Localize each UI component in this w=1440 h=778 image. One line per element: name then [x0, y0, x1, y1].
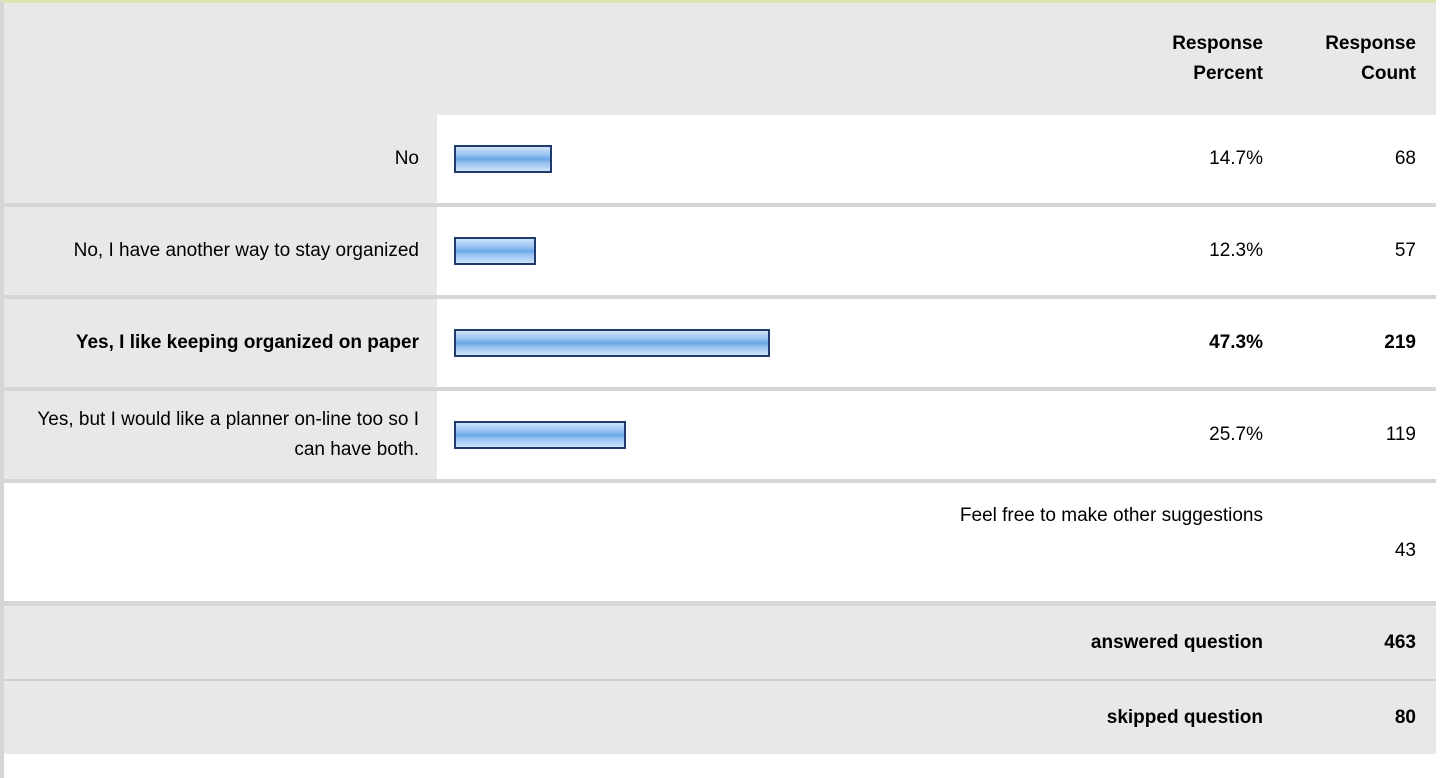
- answer-count: 68: [1283, 115, 1436, 207]
- header-response-count: Response Count: [1283, 3, 1436, 115]
- answered-question-label: answered question: [4, 603, 1283, 681]
- answered-question-count: 463: [1283, 603, 1436, 681]
- answer-label: No: [4, 115, 437, 207]
- survey-results-panel: Response Percent Response Count No 14.7%…: [0, 0, 1436, 778]
- answer-row: Yes, I like keeping organized on paper 4…: [4, 297, 1436, 391]
- answer-percent: 12.3%: [1126, 205, 1283, 299]
- answered-question-row: answered question 463: [4, 603, 1436, 681]
- answer-bar: [454, 237, 536, 265]
- answer-bar: [454, 421, 626, 449]
- answer-bar-cell: [437, 115, 1126, 207]
- answer-bar: [454, 145, 552, 173]
- answer-bar-cell: [437, 205, 1126, 299]
- other-suggestions-row: Feel free to make other suggestions 43: [4, 481, 1436, 606]
- answer-bar-cell: [437, 389, 1126, 483]
- skipped-question-row: skipped question 80: [4, 680, 1436, 754]
- answer-count: 57: [1283, 205, 1436, 299]
- answer-label: No, I have another way to stay organized: [4, 205, 437, 299]
- skipped-question-count: 80: [1283, 680, 1436, 754]
- header-spacer: [4, 3, 437, 115]
- answer-label: Yes, I like keeping organized on paper: [4, 297, 437, 391]
- answer-bar-cell: [437, 297, 1126, 391]
- answer-row: Yes, but I would like a planner on-line …: [4, 389, 1436, 483]
- answer-label: Yes, but I would like a planner on-line …: [4, 389, 437, 483]
- answer-count: 219: [1283, 297, 1436, 391]
- results-table: Response Percent Response Count No 14.7%…: [4, 3, 1436, 754]
- table-header-row: Response Percent Response Count: [4, 3, 1436, 115]
- answer-percent: 47.3%: [1126, 297, 1283, 391]
- header-response-percent: Response Percent: [1126, 3, 1283, 115]
- other-suggestions-link[interactable]: Feel free to make other suggestions: [4, 481, 1283, 606]
- skipped-question-label: skipped question: [4, 680, 1283, 754]
- answer-bar: [454, 329, 770, 357]
- answer-percent: 14.7%: [1126, 115, 1283, 207]
- answer-percent: 25.7%: [1126, 389, 1283, 483]
- answer-row: No 14.7% 68: [4, 115, 1436, 207]
- other-suggestions-count: 43: [1283, 481, 1436, 606]
- answer-row: No, I have another way to stay organized…: [4, 205, 1436, 299]
- header-spacer-bar: [437, 3, 1126, 115]
- answer-count: 119: [1283, 389, 1436, 483]
